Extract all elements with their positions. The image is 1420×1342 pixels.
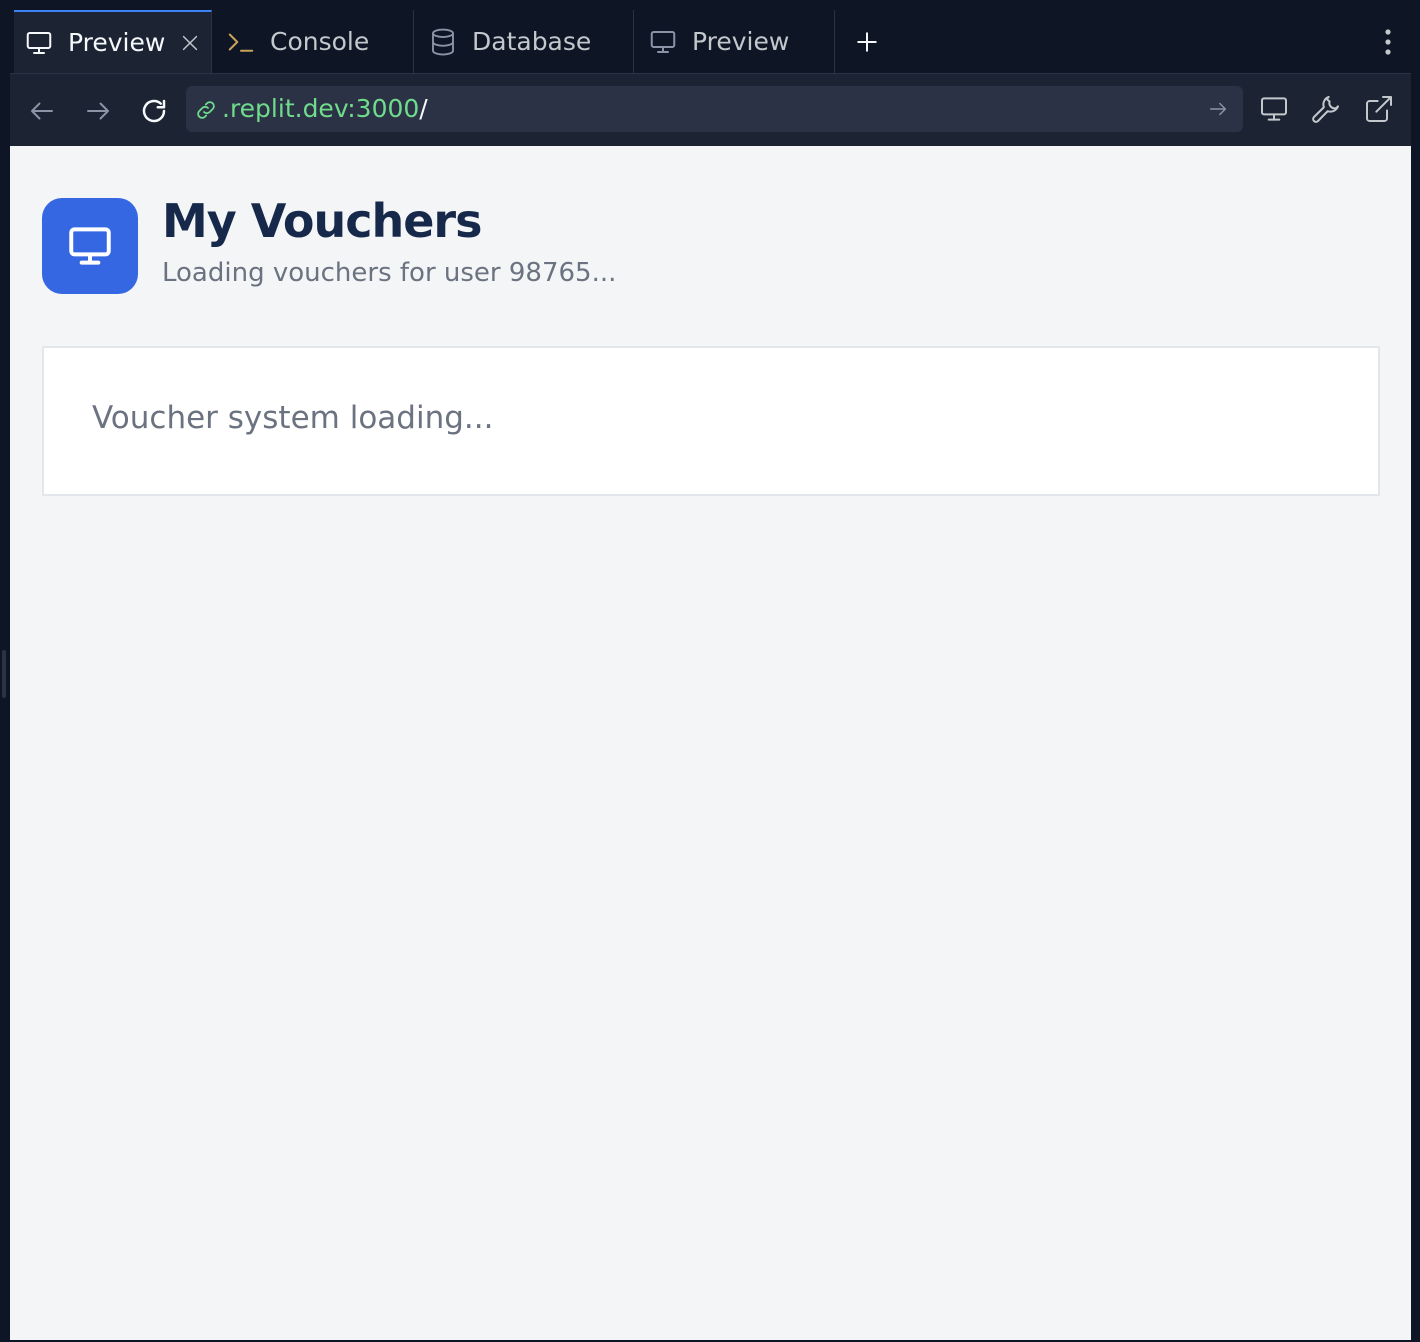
devices-icon[interactable] — [1258, 93, 1290, 125]
monitor-icon — [24, 28, 54, 58]
link-icon — [194, 98, 218, 122]
terminal-icon — [226, 27, 256, 57]
open-external-icon[interactable] — [1363, 93, 1395, 125]
resize-handle[interactable] — [2, 650, 6, 698]
database-icon — [428, 27, 458, 57]
tab-bar: Preview Console Database Preview — [10, 10, 1411, 74]
loading-message: Voucher system loading... — [92, 400, 494, 436]
refresh-icon[interactable] — [139, 96, 169, 126]
monitor-icon — [648, 27, 678, 57]
forward-arrow-icon[interactable] — [83, 96, 113, 126]
address-toolbar: .replit.dev:3000/ — [10, 74, 1411, 148]
url-host: .replit.dev:3000 — [222, 94, 420, 123]
app-logo — [42, 198, 138, 294]
go-arrow-icon[interactable] — [1207, 98, 1229, 120]
tab-console[interactable]: Console — [212, 10, 414, 73]
tab-preview-active[interactable]: Preview — [14, 10, 212, 73]
voucher-status-card: Voucher system loading... — [42, 346, 1380, 496]
page-title: My Vouchers — [162, 194, 482, 248]
tab-label: Console — [270, 27, 370, 56]
url-field[interactable]: .replit.dev:3000/ — [186, 86, 1243, 132]
web-page: My Vouchers Loading vouchers for user 98… — [10, 146, 1411, 1340]
close-icon[interactable] — [179, 32, 201, 54]
tab-label: Preview — [692, 27, 790, 56]
more-options-icon[interactable] — [1383, 27, 1393, 57]
url-text: .replit.dev:3000/ — [222, 94, 428, 123]
tab-label: Preview — [68, 28, 166, 57]
url-path: / — [419, 94, 428, 123]
tab-label: Database — [472, 27, 592, 56]
tab-preview[interactable]: Preview — [634, 10, 835, 73]
preview-pane: Preview Console Database Preview .replit… — [10, 10, 1411, 1340]
plus-icon[interactable] — [852, 27, 882, 57]
monitor-icon — [65, 221, 115, 271]
wrench-icon[interactable] — [1310, 93, 1342, 125]
page-subtitle: Loading vouchers for user 98765... — [162, 258, 617, 288]
tab-database[interactable]: Database — [414, 10, 634, 73]
back-arrow-icon[interactable] — [27, 96, 57, 126]
